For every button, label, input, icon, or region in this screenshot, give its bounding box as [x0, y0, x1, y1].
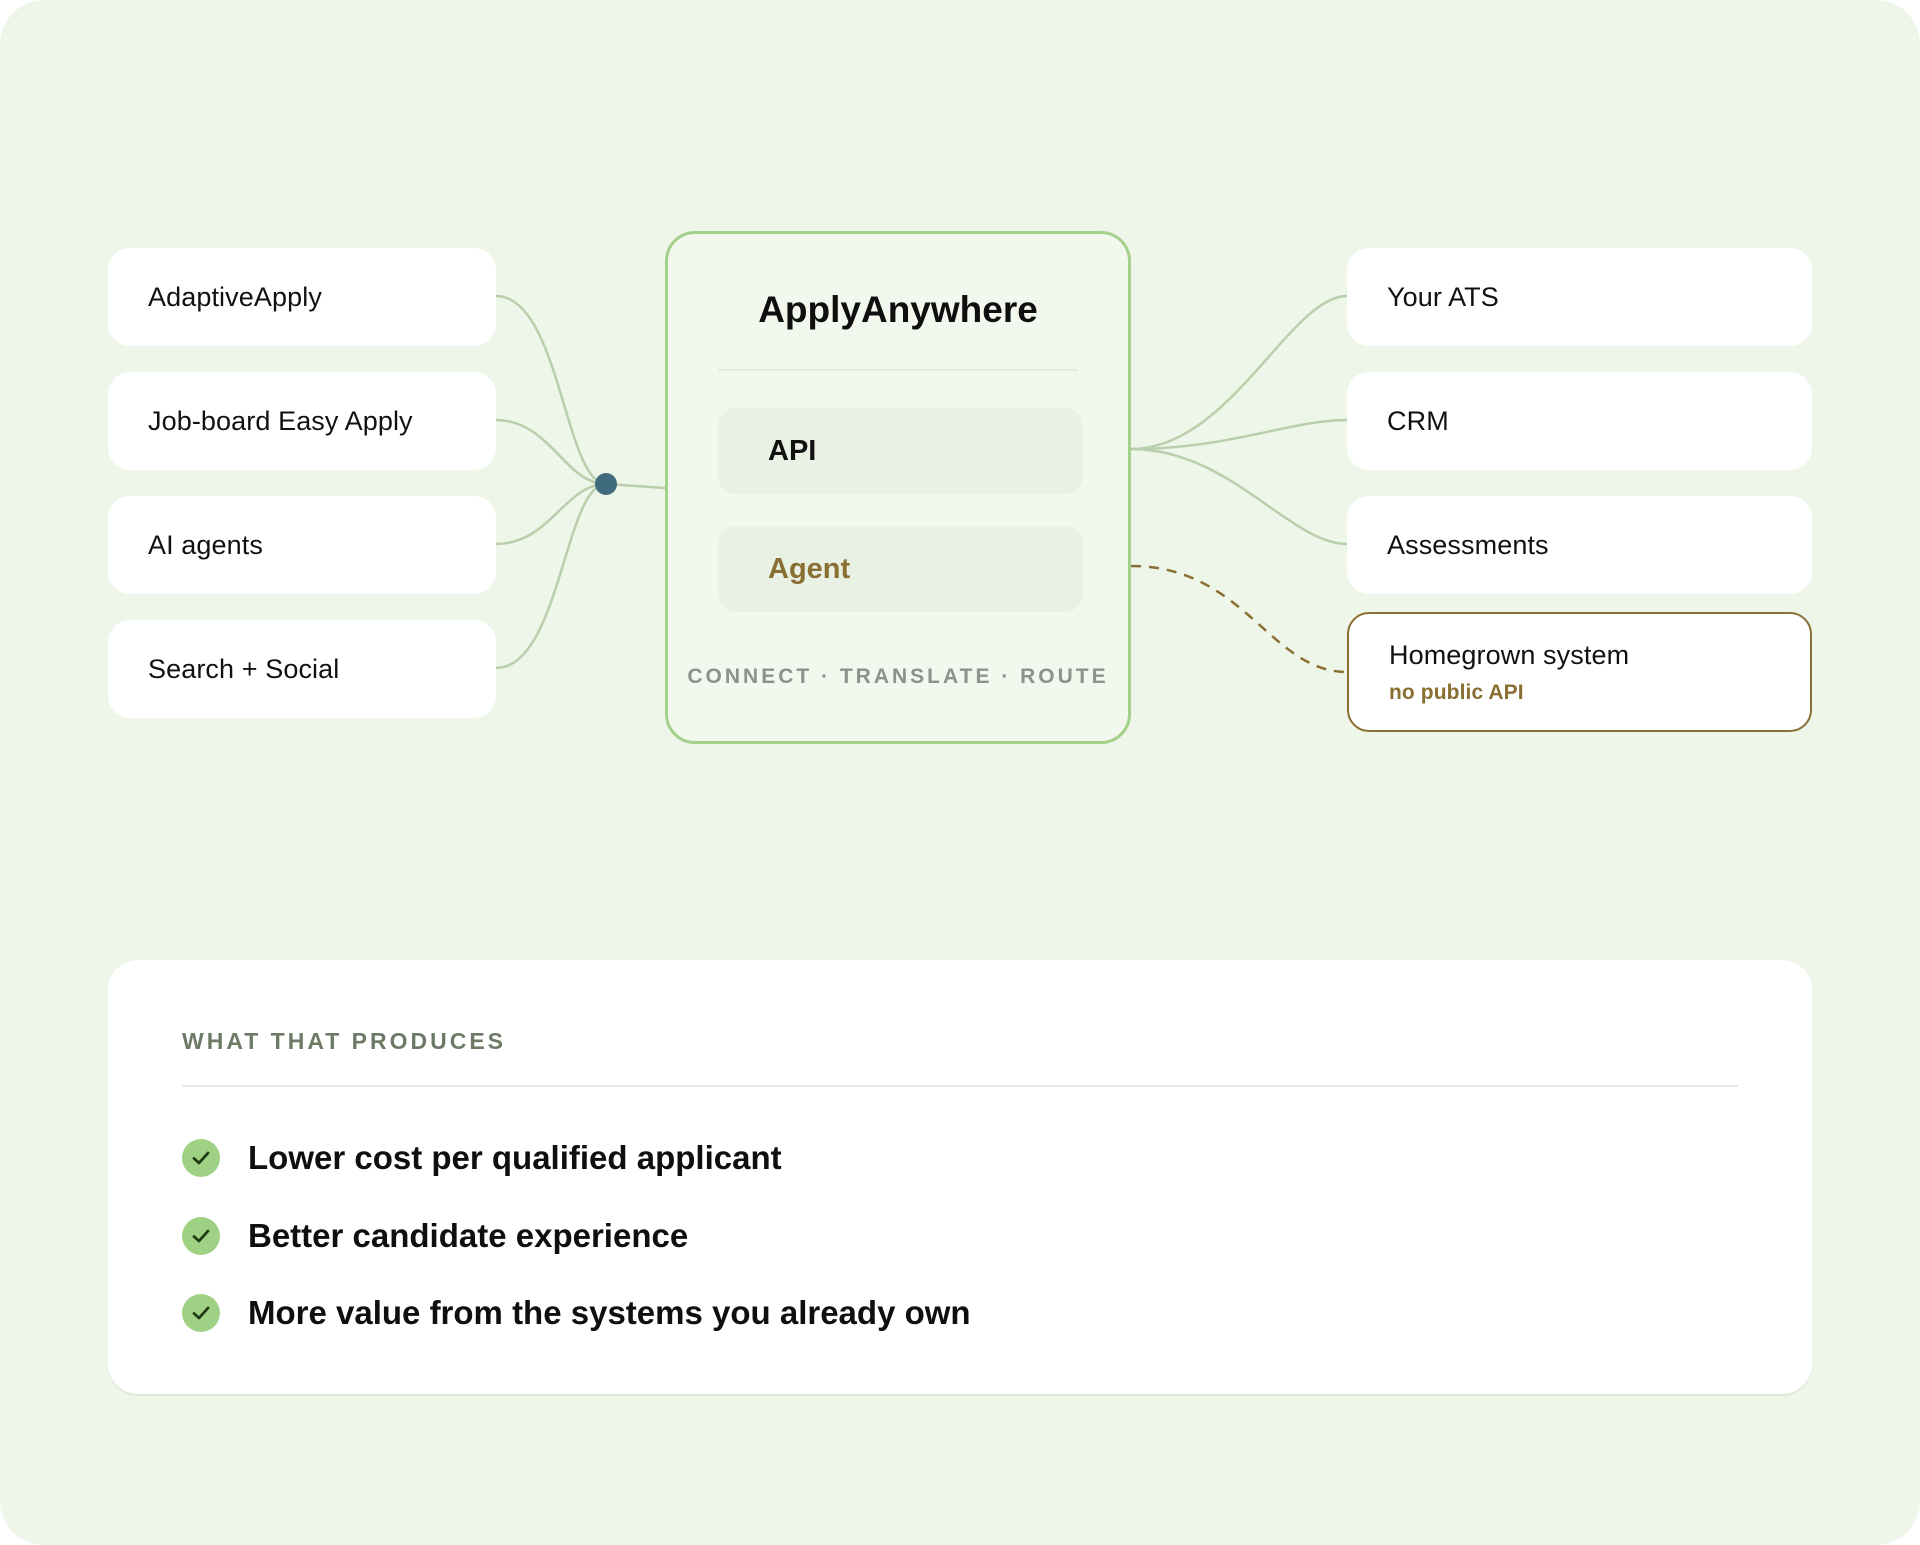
destination-label: CRM: [1387, 405, 1449, 436]
source-label: Search + Social: [148, 653, 340, 684]
result-text: Lower cost per qualified applicant: [248, 1139, 782, 1176]
source-job-board-easy-apply: Job-board Easy Apply: [108, 372, 496, 470]
check-icon: [182, 1139, 220, 1177]
junction-dot: [595, 473, 617, 495]
result-item: Lower cost per qualified applicant: [182, 1138, 782, 1178]
connector-ai-agents: [495, 482, 607, 546]
destination-crm: CRM: [1347, 372, 1812, 470]
source-label: Job-board Easy Apply: [148, 405, 413, 436]
destination-homegrown-system: Homegrown system no public API: [1347, 612, 1812, 732]
result-item: Better candidate experience: [182, 1216, 688, 1256]
hub-applyanywhere: ApplyAnywhere API Agent CONNECT · TRANSL…: [665, 231, 1131, 744]
connector-adaptiveapply: [495, 294, 607, 486]
source-adaptiveapply: AdaptiveApply: [108, 248, 496, 346]
destination-label: Assessments: [1387, 529, 1549, 560]
hub-divider: [718, 369, 1078, 371]
connector-your-ats: [1130, 294, 1348, 451]
results-card: WHAT THAT PRODUCES Lower cost per qualif…: [108, 960, 1812, 1394]
check-icon: [182, 1217, 220, 1255]
destination-assessments: Assessments: [1347, 496, 1812, 594]
homegrown-label: Homegrown system: [1389, 639, 1630, 670]
source-search-social: Search + Social: [108, 620, 496, 718]
hub-agent-pill: Agent: [718, 526, 1083, 612]
source-ai-agents: AI agents: [108, 496, 496, 594]
check-icon: [182, 1294, 220, 1332]
connector-search-social: [495, 482, 607, 670]
hub-title: ApplyAnywhere: [758, 289, 1038, 330]
connector-homegrown: [1130, 564, 1348, 674]
result-item: More value from the systems you already …: [182, 1293, 971, 1333]
results-heading: WHAT THAT PRODUCES: [182, 1028, 507, 1054]
result-text: More value from the systems you already …: [248, 1294, 971, 1331]
result-text: Better candidate experience: [248, 1217, 689, 1254]
diagram-canvas: AdaptiveApply Job-board Easy Apply AI ag…: [0, 0, 1920, 1545]
destination-label: Your ATS: [1387, 281, 1499, 312]
hub-agent-label: Agent: [768, 552, 851, 585]
source-label: AdaptiveApply: [148, 281, 322, 312]
hub-api-pill: API: [718, 408, 1083, 494]
hub-api-label: API: [768, 434, 817, 467]
homegrown-note: no public API: [1389, 680, 1524, 704]
hub-caption: CONNECT · TRANSLATE · ROUTE: [687, 665, 1109, 688]
destination-your-ats: Your ATS: [1347, 248, 1812, 346]
connector-assessments: [1130, 447, 1348, 546]
results-divider: [182, 1085, 1738, 1087]
source-label: AI agents: [148, 529, 263, 560]
